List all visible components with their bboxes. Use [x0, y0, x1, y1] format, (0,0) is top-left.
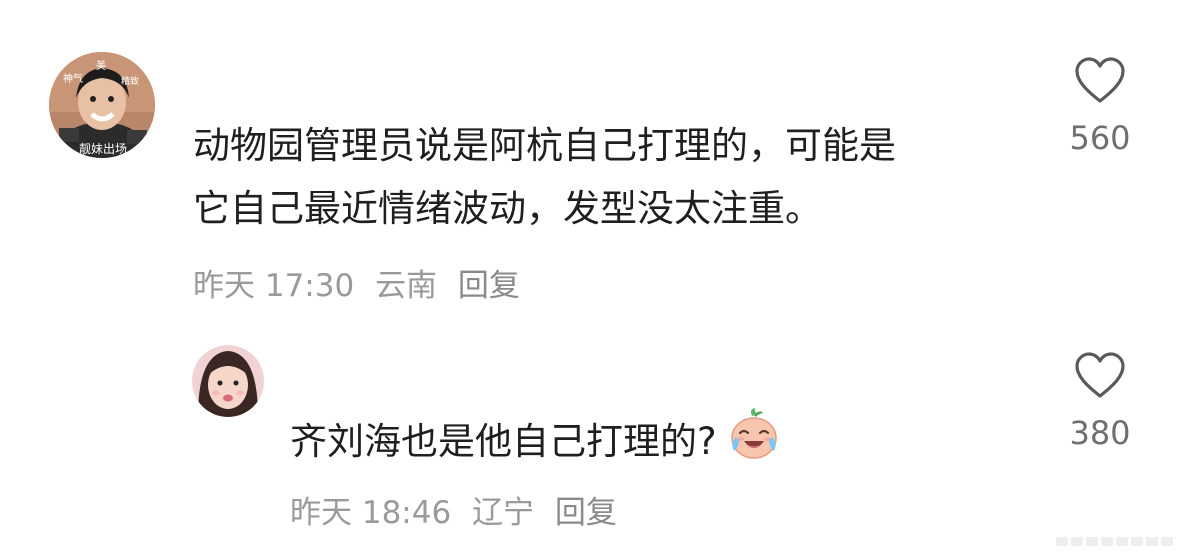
avatar[interactable] — [192, 345, 264, 417]
avatar-image: 神气 美 精致 靓妹出场 — [49, 52, 155, 158]
like-count: 380 — [1069, 414, 1131, 452]
crying-laughing-face-icon — [727, 407, 781, 480]
avatar-sticker-text: 美 — [96, 59, 106, 72]
reply-button[interactable]: 回复 — [555, 495, 617, 531]
comment-text[interactable]: 齐刘海也是他自己打理的? — [290, 407, 781, 480]
comment-text-line: 齐刘海也是他自己打理的? — [290, 420, 717, 463]
comment-text-line: 它自己最近情绪波动，发型没太注重。 — [193, 187, 822, 230]
comment-meta: 昨天 18:46 辽宁 回复 — [290, 487, 628, 532]
avatar-sticker-text: 精致 — [121, 75, 139, 87]
avatar-image — [192, 345, 264, 417]
like-count: 560 — [1069, 119, 1131, 157]
like-button[interactable]: 560 — [1045, 57, 1155, 157]
heart-outline-icon — [1075, 352, 1125, 398]
comment-location: 辽宁 — [472, 495, 535, 531]
comment-time: 昨天 18:46 — [290, 495, 452, 531]
avatar-sticker-text: 靓妹出场 — [79, 142, 127, 156]
avatar[interactable]: 神气 美 精致 靓妹出场 — [49, 52, 155, 158]
comment-text-line: 动物园管理员说是阿杭自己打理的，可能是 — [193, 124, 896, 167]
comment-location: 云南 — [375, 268, 438, 304]
like-button[interactable]: 380 — [1045, 352, 1155, 452]
watermark — [1056, 537, 1173, 546]
reply-button[interactable]: 回复 — [458, 268, 520, 304]
comment-time: 昨天 17:30 — [193, 268, 355, 304]
comment-text[interactable]: 动物园管理员说是阿杭自己打理的，可能是 它自己最近情绪波动，发型没太注重。 — [193, 114, 896, 240]
heart-outline-icon — [1075, 57, 1125, 103]
comment-meta: 昨天 17:30 云南 回复 — [193, 260, 531, 305]
avatar-sticker-text: 神气 — [63, 72, 83, 85]
